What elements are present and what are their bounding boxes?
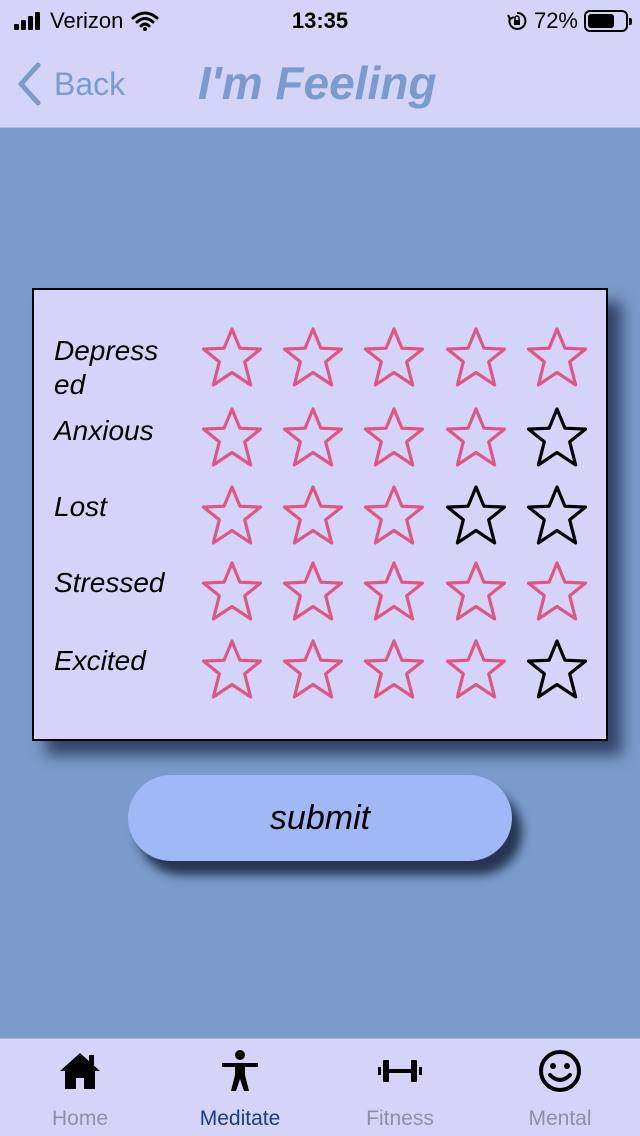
star-filled-icon[interactable] bbox=[199, 560, 265, 624]
rating-row-lost: Lost bbox=[34, 484, 606, 554]
star-filled-icon[interactable] bbox=[524, 326, 590, 390]
star-filled-icon[interactable] bbox=[361, 484, 427, 548]
star-filled-icon[interactable] bbox=[280, 484, 346, 548]
star-filled-icon[interactable] bbox=[361, 406, 427, 470]
feeling-label: Depress ed bbox=[54, 334, 184, 402]
feeling-label: Stressed bbox=[54, 566, 184, 600]
star-filled-icon[interactable] bbox=[280, 560, 346, 624]
star-filled-icon[interactable] bbox=[443, 638, 509, 702]
dumbbell-icon bbox=[378, 1060, 422, 1082]
orientation-lock-icon bbox=[507, 11, 527, 30]
tab-fitness[interactable]: Fitness bbox=[320, 1039, 480, 1136]
tab-label: Fitness bbox=[366, 1107, 434, 1130]
tab-label: Home bbox=[51, 1107, 109, 1130]
tab-label: Mental bbox=[528, 1107, 592, 1130]
status-right: 72% bbox=[506, 8, 632, 34]
star-filled-icon[interactable] bbox=[280, 406, 346, 470]
tab-meditate[interactable]: Meditate bbox=[160, 1039, 320, 1136]
feeling-label-text: Excited bbox=[54, 645, 146, 676]
feeling-label-text: ed bbox=[54, 369, 86, 400]
star-empty-icon[interactable] bbox=[443, 484, 509, 548]
star-filled-icon[interactable] bbox=[361, 638, 427, 702]
rating-row-anxious: Anxious bbox=[34, 406, 606, 476]
nav-bar: Back I'm Feeling bbox=[0, 40, 640, 128]
tab-mental[interactable]: Mental bbox=[480, 1039, 640, 1136]
tab-label: Meditate bbox=[199, 1107, 281, 1130]
star-filled-icon[interactable] bbox=[361, 560, 427, 624]
tab-bar: Home Meditate Fitness Mental bbox=[0, 1038, 640, 1136]
page-title: I'm Feeling bbox=[198, 57, 437, 109]
feeling-label: Excited bbox=[54, 644, 184, 678]
feeling-label-text: Stressed bbox=[54, 567, 165, 598]
feeling-label-text: Depress bbox=[54, 335, 159, 366]
star-filled-icon[interactable] bbox=[443, 560, 509, 624]
star-filled-icon[interactable] bbox=[443, 406, 509, 470]
battery-icon bbox=[584, 10, 632, 32]
rating-card: Depress ed Anxious Lost Stressed Excited bbox=[32, 288, 608, 741]
star-filled-icon[interactable] bbox=[199, 406, 265, 470]
star-filled-icon[interactable] bbox=[199, 484, 265, 548]
home-icon bbox=[60, 1053, 100, 1089]
star-filled-icon[interactable] bbox=[199, 326, 265, 390]
star-filled-icon[interactable] bbox=[280, 326, 346, 390]
rating-row-depressed: Depress ed bbox=[34, 326, 606, 400]
back-label: Back bbox=[54, 65, 126, 102]
star-empty-icon[interactable] bbox=[524, 638, 590, 702]
battery-percent: 72% bbox=[533, 8, 578, 33]
smiley-icon bbox=[539, 1050, 581, 1092]
feeling-label: Anxious bbox=[54, 414, 184, 448]
star-filled-icon[interactable] bbox=[361, 326, 427, 390]
status-bar: Verizon 13:35 72% bbox=[0, 0, 640, 40]
tab-home[interactable]: Home bbox=[0, 1039, 160, 1136]
chevron-left-icon bbox=[18, 62, 41, 106]
star-filled-icon[interactable] bbox=[280, 638, 346, 702]
rating-row-stressed: Stressed bbox=[34, 560, 606, 630]
star-filled-icon[interactable] bbox=[524, 560, 590, 624]
star-empty-icon[interactable] bbox=[524, 406, 590, 470]
feeling-label: Lost bbox=[54, 490, 184, 524]
star-filled-icon[interactable] bbox=[443, 326, 509, 390]
feeling-label-text: Anxious bbox=[54, 415, 154, 446]
person-icon bbox=[222, 1050, 258, 1091]
back-button[interactable]: Back bbox=[16, 60, 125, 108]
star-filled-icon[interactable] bbox=[199, 638, 265, 702]
star-empty-icon[interactable] bbox=[524, 484, 590, 548]
rating-row-excited: Excited bbox=[34, 638, 606, 708]
feeling-label-text: Lost bbox=[54, 491, 107, 522]
submit-button[interactable]: submit bbox=[128, 775, 512, 861]
